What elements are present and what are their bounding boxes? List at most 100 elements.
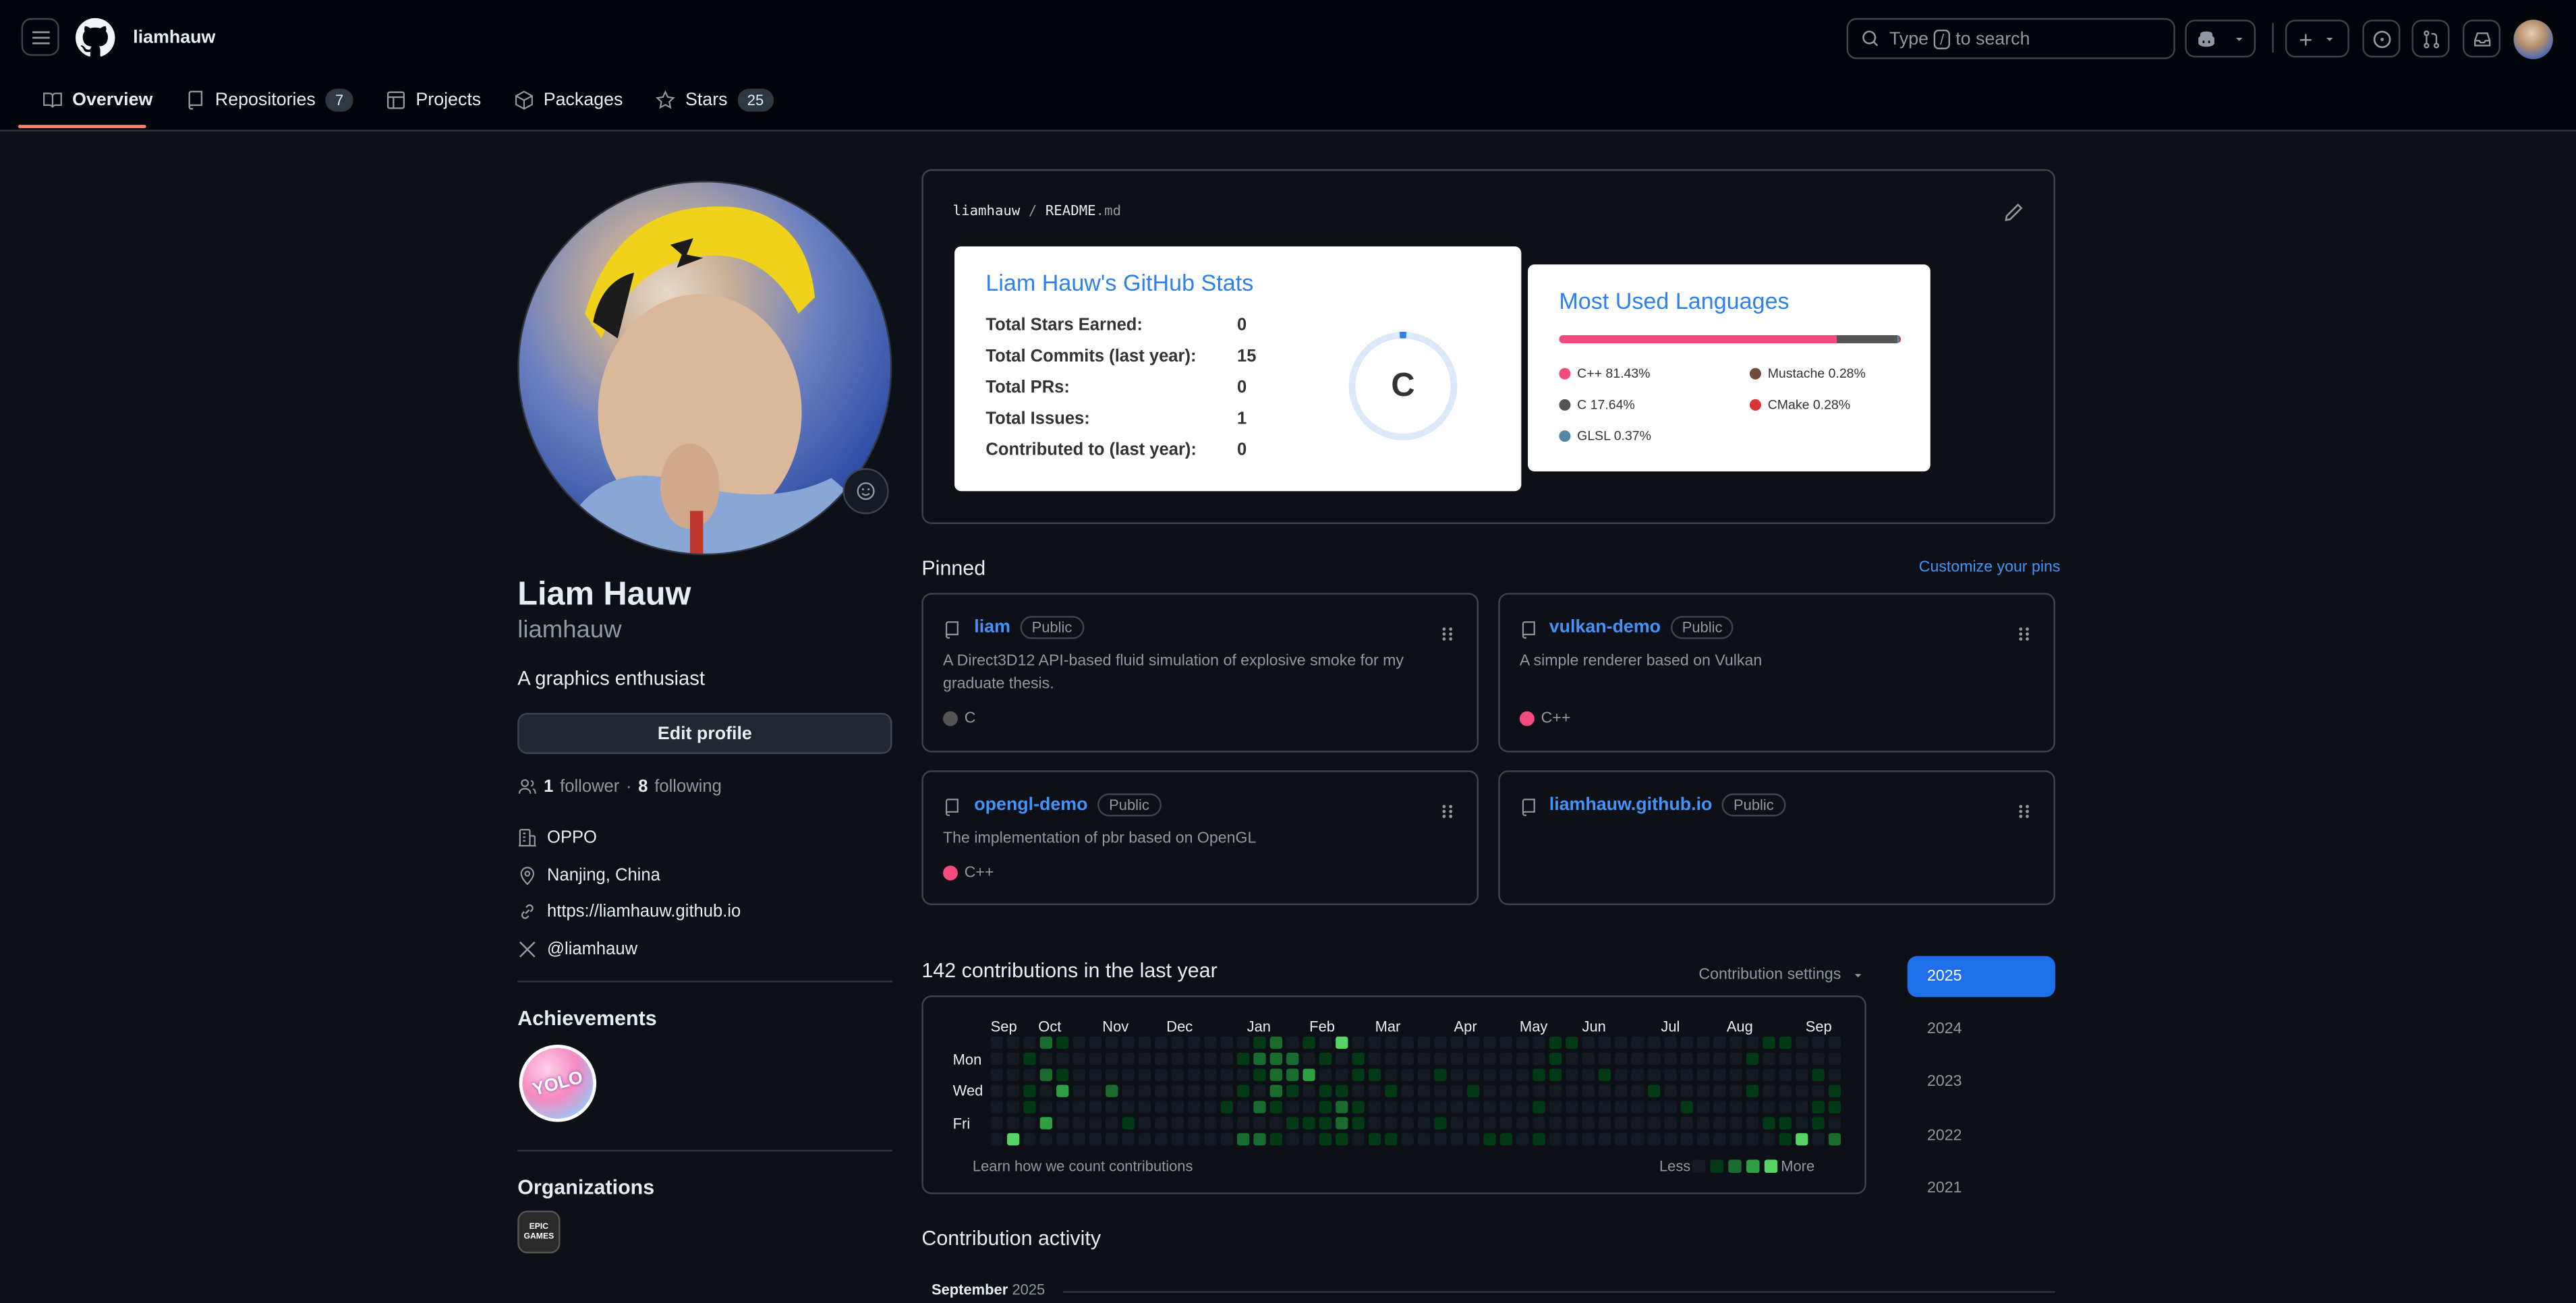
contribution-day[interactable] [1434, 1052, 1447, 1065]
contribution-day[interactable] [1631, 1084, 1644, 1097]
contribution-day[interactable] [1466, 1052, 1480, 1065]
contribution-day[interactable] [1155, 1117, 1168, 1130]
contribution-day[interactable] [1138, 1068, 1151, 1081]
followers-label[interactable]: follower [560, 777, 619, 797]
contribution-day[interactable] [1483, 1036, 1496, 1049]
contribution-day[interactable] [1713, 1036, 1726, 1049]
contribution-day[interactable] [1187, 1068, 1201, 1081]
contribution-day[interactable] [1582, 1036, 1595, 1049]
contribution-day[interactable] [1106, 1101, 1118, 1113]
contribution-day[interactable] [1385, 1133, 1398, 1146]
contribution-day[interactable] [1533, 1068, 1545, 1081]
contribution-day[interactable] [1368, 1084, 1381, 1097]
contribution-day[interactable] [1122, 1052, 1135, 1065]
contribution-day[interactable] [1220, 1052, 1233, 1065]
contribution-day[interactable] [1286, 1068, 1299, 1081]
contribution-day[interactable] [1746, 1117, 1759, 1130]
contribution-day[interactable] [1729, 1036, 1742, 1049]
readme-user[interactable]: liamhauw [953, 204, 1021, 220]
contribution-day[interactable] [1615, 1068, 1628, 1081]
contribution-day[interactable] [1779, 1036, 1792, 1049]
contribution-day[interactable] [1303, 1133, 1315, 1146]
contribution-day[interactable] [1533, 1036, 1545, 1049]
contribution-day[interactable] [1516, 1068, 1529, 1081]
pull-requests-button[interactable] [2411, 20, 2450, 58]
contribution-day[interactable] [1138, 1052, 1151, 1065]
contribution-day[interactable] [1220, 1101, 1233, 1113]
contribution-day[interactable] [1483, 1052, 1496, 1065]
contribution-day[interactable] [1434, 1101, 1447, 1113]
contribution-day[interactable] [1434, 1068, 1447, 1081]
contribution-day[interactable] [1138, 1133, 1151, 1146]
contribution-day[interactable] [1007, 1052, 1020, 1065]
contribution-day[interactable] [1039, 1133, 1053, 1146]
contribution-day[interactable] [1336, 1101, 1348, 1113]
contribution-day[interactable] [1368, 1052, 1381, 1065]
contribution-day[interactable] [1615, 1036, 1628, 1049]
contribution-day[interactable] [1187, 1036, 1201, 1049]
profile-website[interactable]: https://liamhauw.github.io [517, 902, 741, 921]
contribution-day[interactable] [1204, 1084, 1217, 1097]
contribution-day[interactable] [1763, 1068, 1775, 1081]
contribution-day[interactable] [1401, 1052, 1414, 1065]
contribution-day[interactable] [1533, 1117, 1545, 1130]
contribution-day[interactable] [1499, 1101, 1512, 1113]
contribution-day[interactable] [1680, 1101, 1693, 1113]
org-epic-games-logo[interactable]: EPIC GAMES [517, 1211, 561, 1254]
contribution-day[interactable] [1466, 1068, 1480, 1081]
contribution-day[interactable] [1647, 1036, 1661, 1049]
contribution-day[interactable] [1746, 1084, 1759, 1097]
contribution-day[interactable] [1812, 1117, 1825, 1130]
contribution-day[interactable] [1336, 1133, 1348, 1146]
contribution-day[interactable] [1828, 1084, 1841, 1097]
contribution-day[interactable] [1812, 1101, 1825, 1113]
contribution-day[interactable] [1007, 1068, 1020, 1081]
contribution-day[interactable] [1828, 1052, 1841, 1065]
contribution-day[interactable] [1450, 1036, 1463, 1049]
contribution-day[interactable] [1237, 1101, 1250, 1113]
contribution-day[interactable] [1237, 1084, 1250, 1097]
contribution-day[interactable] [1582, 1068, 1595, 1081]
contribution-day[interactable] [1450, 1084, 1463, 1097]
contribution-day[interactable] [1828, 1101, 1841, 1113]
repo-link[interactable]: opengl-demo [974, 795, 1087, 815]
contribution-day[interactable] [1746, 1133, 1759, 1146]
contribution-day[interactable] [1796, 1036, 1808, 1049]
contribution-day[interactable] [1434, 1036, 1447, 1049]
contribution-day[interactable] [1089, 1036, 1102, 1049]
contribution-day[interactable] [1336, 1068, 1348, 1081]
repo-link[interactable]: vulkan-demo [1549, 618, 1661, 637]
contribution-day[interactable] [1746, 1036, 1759, 1049]
contribution-day[interactable] [1828, 1068, 1841, 1081]
contribution-day[interactable] [1533, 1133, 1545, 1146]
github-logo-icon[interactable] [76, 18, 115, 57]
contribution-day[interactable] [1450, 1068, 1463, 1081]
contribution-day[interactable] [1204, 1133, 1217, 1146]
contribution-day[interactable] [1220, 1133, 1233, 1146]
contribution-day[interactable] [1828, 1036, 1841, 1049]
contribution-day[interactable] [1089, 1101, 1102, 1113]
contribution-day[interactable] [1187, 1133, 1201, 1146]
contribution-day[interactable] [1566, 1133, 1578, 1146]
contribution-day[interactable] [1220, 1084, 1233, 1097]
contribution-day[interactable] [1796, 1068, 1808, 1081]
contribution-day[interactable] [1056, 1117, 1069, 1130]
contribution-day[interactable] [1319, 1052, 1332, 1065]
tab-projects[interactable]: Projects [373, 82, 494, 119]
contribution-day[interactable] [1253, 1036, 1266, 1049]
contribution-day[interactable] [1056, 1052, 1069, 1065]
contribution-day[interactable] [1598, 1133, 1611, 1146]
contribution-day[interactable] [1039, 1036, 1053, 1049]
contribution-day[interactable] [1237, 1068, 1250, 1081]
achievement-yolo-badge[interactable]: YOLO [519, 1045, 597, 1122]
contribution-day[interactable] [1516, 1036, 1529, 1049]
contribution-day[interactable] [1336, 1084, 1348, 1097]
contribution-day[interactable] [1812, 1068, 1825, 1081]
contribution-day[interactable] [1566, 1084, 1578, 1097]
contribution-day[interactable] [1056, 1036, 1069, 1049]
contribution-day[interactable] [1615, 1101, 1628, 1113]
edit-profile-button[interactable]: Edit profile [517, 713, 892, 754]
contribution-day[interactable] [1401, 1101, 1414, 1113]
contribution-day[interactable] [1385, 1117, 1398, 1130]
contribution-day[interactable] [1631, 1052, 1644, 1065]
